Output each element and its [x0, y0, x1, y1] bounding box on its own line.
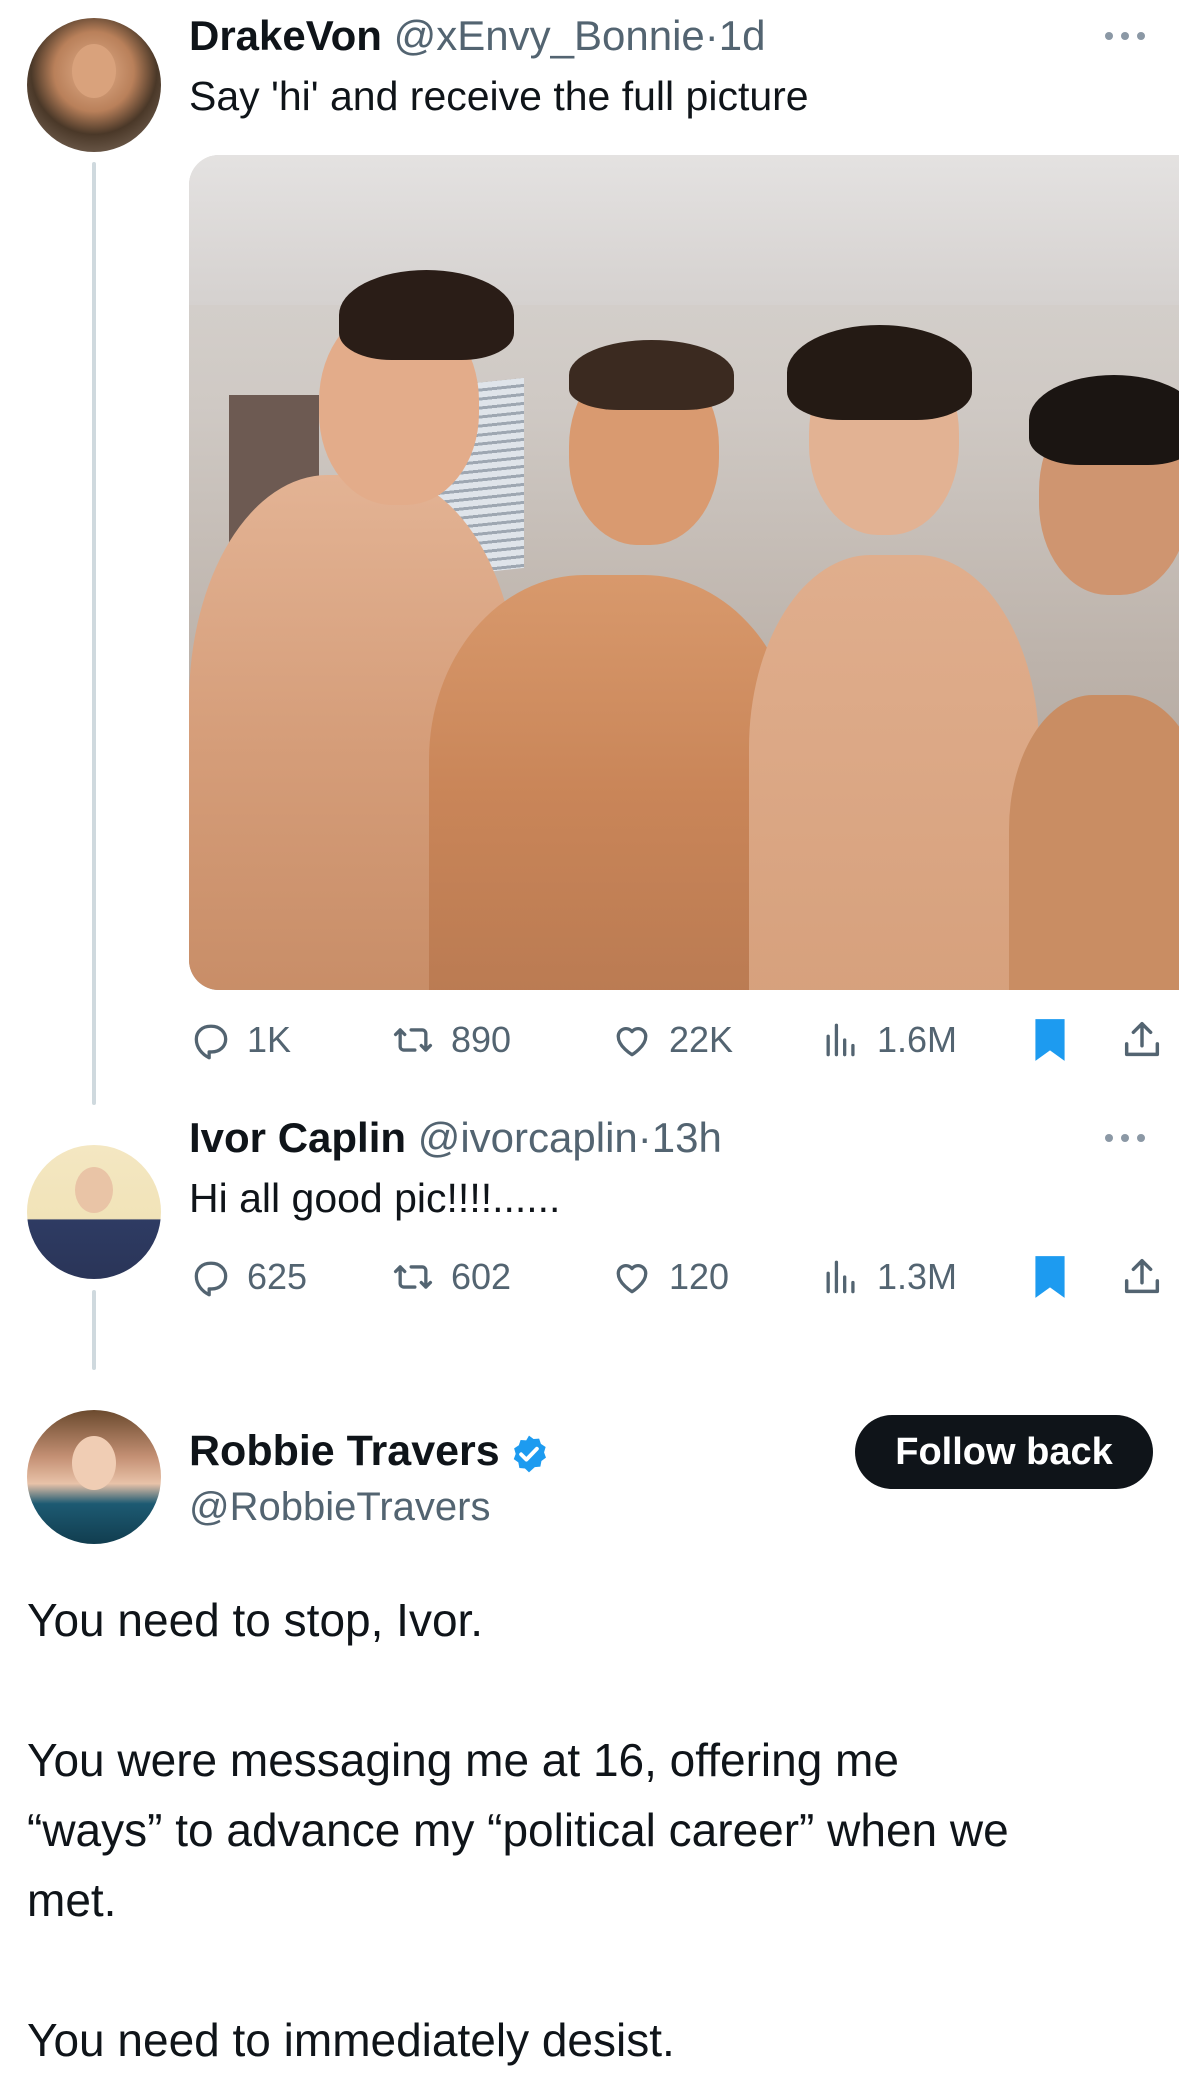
post-paragraph: You need to stop, Ivor. — [27, 1594, 484, 1646]
share-icon — [1124, 1021, 1160, 1057]
views-button[interactable]: 1.6M — [819, 1010, 957, 1070]
share-button[interactable] — [1119, 1247, 1165, 1307]
post-paragraph: “ways” to advance my “political career” … — [27, 1804, 1009, 1856]
main-post-author: Robbie Travers — [189, 1425, 550, 1477]
more-icon[interactable] — [1105, 1132, 1149, 1144]
tweet-time[interactable]: 13h — [652, 1114, 722, 1161]
reply-icon — [194, 1024, 228, 1060]
like-icon — [616, 1264, 648, 1294]
tweet-actions: 1K 890 22K 1.6M — [189, 1010, 1179, 1070]
reply-icon — [194, 1261, 228, 1297]
separator-dot: · — [637, 1114, 652, 1161]
like-button[interactable]: 22K — [609, 1010, 733, 1070]
reply-button[interactable]: 625 — [189, 1247, 307, 1307]
tweet-text: Hi all good pic!!!!...... — [189, 1175, 561, 1221]
author-name[interactable]: Robbie Travers — [189, 1427, 500, 1475]
tweet-photo[interactable] — [189, 155, 1179, 990]
like-icon — [616, 1027, 648, 1057]
repost-button[interactable]: 602 — [389, 1247, 511, 1307]
post-paragraph: You need to immediately desist. — [27, 2014, 675, 2066]
avatar[interactable] — [27, 1145, 161, 1279]
bookmark-icon — [1035, 1019, 1065, 1061]
reply-count: 625 — [247, 1256, 308, 1297]
reply-count: 1K — [247, 1019, 292, 1060]
reply-button[interactable]: 1K — [189, 1010, 291, 1070]
views-count: 1.3M — [877, 1256, 958, 1297]
like-count: 120 — [669, 1256, 730, 1297]
views-icon — [826, 1023, 855, 1057]
repost-icon — [393, 1265, 433, 1289]
tweet-time[interactable]: 1d — [719, 12, 766, 59]
share-icon — [1124, 1258, 1160, 1294]
thread-line — [92, 1290, 96, 1370]
author-handle[interactable]: @RobbieTravers — [189, 1481, 490, 1533]
author-name[interactable]: Ivor Caplin — [189, 1114, 406, 1161]
thread-line — [92, 162, 96, 1105]
views-icon — [826, 1260, 855, 1294]
avatar[interactable] — [27, 18, 161, 152]
post-paragraph: met. — [27, 1874, 117, 1926]
views-count: 1.6M — [877, 1019, 958, 1060]
more-icon[interactable] — [1105, 30, 1149, 42]
repost-button[interactable]: 890 — [389, 1010, 511, 1070]
repost-count: 602 — [451, 1256, 512, 1297]
tweet-header: Ivor Caplin @ivorcaplin·13h — [189, 1112, 722, 1164]
share-button[interactable] — [1119, 1010, 1165, 1070]
author-handle[interactable]: @xEnvy_Bonnie — [394, 12, 705, 59]
separator-dot: · — [704, 12, 719, 59]
tweet-header: DrakeVon @xEnvy_Bonnie·1d — [189, 10, 766, 62]
tweet-text: Say 'hi' and receive the full picture — [189, 73, 809, 119]
verified-badge-icon — [513, 1435, 546, 1473]
like-count: 22K — [669, 1019, 734, 1060]
avatar[interactable] — [27, 1410, 161, 1544]
like-button[interactable]: 120 — [609, 1247, 729, 1307]
views-button[interactable]: 1.3M — [819, 1247, 957, 1307]
author-name[interactable]: DrakeVon — [189, 12, 382, 59]
bookmark-button[interactable] — [1029, 1247, 1071, 1307]
repost-icon — [393, 1028, 433, 1052]
bookmark-button[interactable] — [1029, 1010, 1071, 1070]
bookmark-icon — [1035, 1256, 1065, 1298]
post-paragraph: You were messaging me at 16, offering me — [27, 1734, 899, 1786]
tweet-actions: 625 602 120 1.3M — [189, 1247, 1179, 1307]
follow-back-button[interactable]: Follow back — [855, 1415, 1153, 1489]
author-handle[interactable]: @ivorcaplin — [418, 1114, 638, 1161]
repost-count: 890 — [451, 1019, 512, 1060]
